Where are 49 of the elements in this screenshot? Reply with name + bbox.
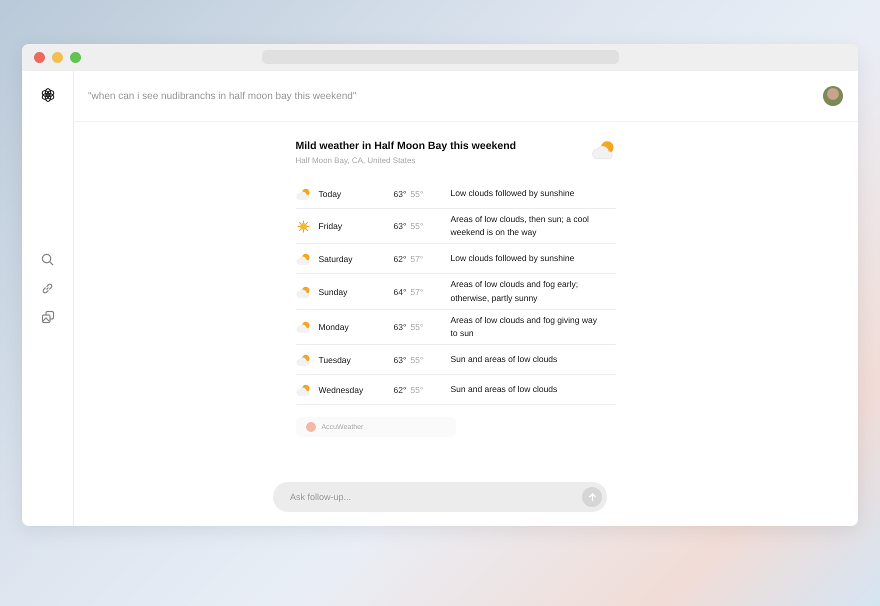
search-icon[interactable] [40,251,56,267]
high-temperature: 63° [394,354,406,365]
forecast-summary: Sun and areas of low clouds [450,382,558,396]
low-temperature: 55° [410,322,424,332]
forecast-summary: Low clouds followed by sunshine [450,252,576,266]
day-name: Wednesday [318,384,364,395]
logo-icon[interactable] [40,87,56,103]
high-temperature: 63° [394,322,406,332]
low-temperature: 55° [410,188,424,198]
sun-behind-cloud-icon [296,286,310,298]
sun-behind-cloud-icon [296,320,310,333]
maximize-button[interactable] [70,52,81,63]
sun-behind-cloud-icon [590,140,616,160]
sun-behind-cloud-icon [296,188,310,200]
arrow-up-icon [588,492,596,502]
query-text: "when can i see nudibranchs in half moon bay this weekend" [88,90,356,102]
forecast-summary: Low clouds followed by sunshine [450,186,576,200]
day-name: Saturday [318,254,354,264]
avatar[interactable] [823,86,843,106]
day-name: Tuesday [318,354,352,365]
follow-up-input[interactable]: Ask follow-up... [288,491,582,503]
sun-icon [296,218,310,234]
sun-behind-cloud-icon [296,384,310,396]
weather-title: Mild weather in Half Moon Bay this weekend [296,140,516,152]
day-name: Sunday [318,286,348,297]
sun-behind-cloud-icon [296,354,310,366]
source-logo-icon [306,422,316,432]
forecast-summary: Areas of low clouds and fog early; otherwise, partly sunny [450,278,580,305]
forecast-summary: Sun and areas of low clouds [450,352,558,366]
low-temperature: 55° [410,354,424,365]
day-name: Today [318,188,342,198]
forecast-summary: Areas of low clouds, then sun; a cool weekend is on the way [450,213,590,240]
high-temperature: 62° [394,254,406,264]
day-name: Friday [318,221,344,232]
high-temperature: 63° [394,188,406,198]
low-temperature: 57° [410,286,424,297]
low-temperature: 55° [410,384,424,395]
follow-up-field[interactable]: Ask follow-up... [273,482,607,512]
high-temperature: 64° [394,286,406,297]
forecast-summary: Areas of low clouds and fog giving way to sun [450,314,598,340]
low-temperature: 55° [410,221,424,232]
low-temperature: 57° [410,254,424,264]
location-text: Half Moon Bay, CA, United States [296,156,416,165]
high-temperature: 62° [394,384,406,395]
images-icon[interactable] [40,309,56,325]
high-temperature: 63° [394,221,406,232]
close-button[interactable] [34,52,45,63]
sun-behind-cloud-icon [296,252,310,265]
day-name: Monday [318,322,350,332]
